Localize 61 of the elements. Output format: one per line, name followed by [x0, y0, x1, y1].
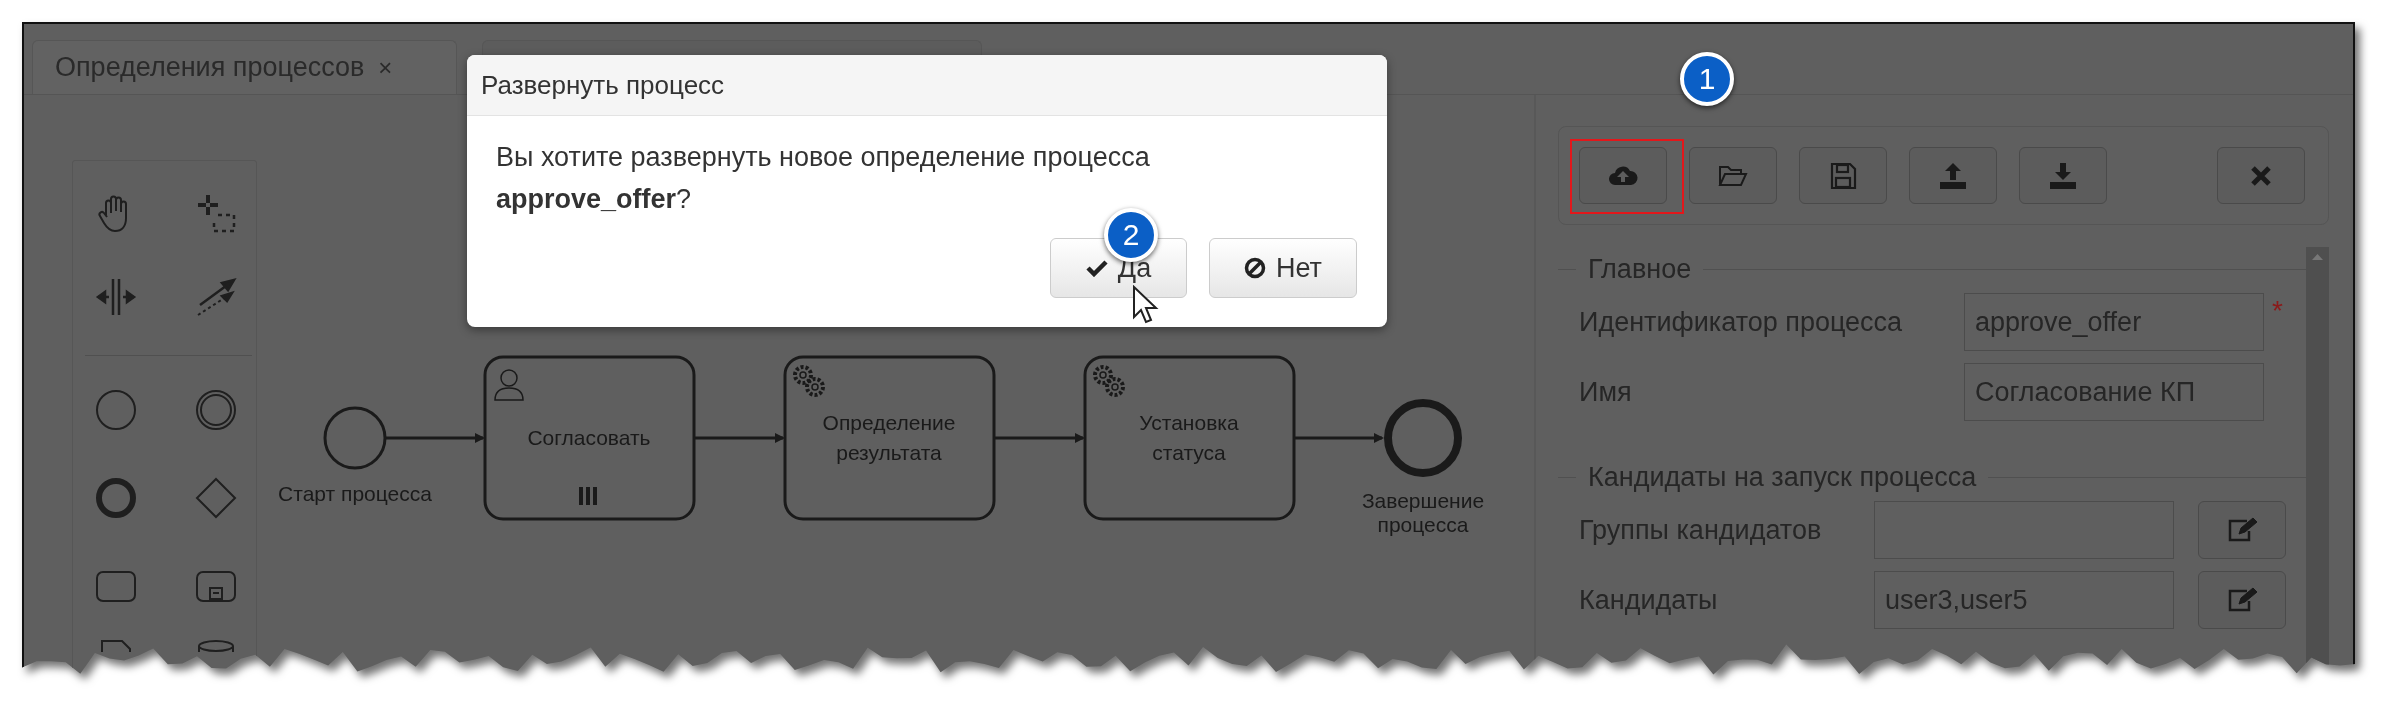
save-button[interactable] [1799, 147, 1887, 204]
task-shape[interactable] [483, 355, 696, 521]
gateway-icon [195, 477, 237, 519]
section-title: Кандидаты на запуск процесса [1588, 461, 1977, 493]
ban-icon [1244, 257, 1266, 279]
task-label: Установка статуса [1139, 411, 1239, 464]
dialog-title: Развернуть процесс [481, 69, 725, 101]
field-label: Имя [1579, 376, 1633, 408]
close-button[interactable] [2217, 147, 2305, 204]
subprocess-icon [196, 571, 236, 602]
deploy-button[interactable] [1579, 147, 1667, 204]
download-icon [2050, 162, 2076, 189]
gear-icon [793, 365, 825, 397]
start-event[interactable] [323, 406, 387, 470]
event-label: Старт процесса [278, 482, 432, 505]
field-label: Кандидаты [1579, 584, 1719, 616]
no-button[interactable]: Нет [1209, 238, 1357, 298]
space-tool-icon [95, 277, 137, 317]
edit-icon [2228, 517, 2257, 542]
cursor-icon [1133, 285, 1159, 324]
tab-label: Определения процессов [55, 52, 365, 83]
folder-icon [1719, 165, 1748, 186]
open-button[interactable] [1689, 147, 1777, 204]
end-event-icon [96, 478, 136, 518]
task-shape[interactable] [1083, 355, 1296, 521]
close-tab-button[interactable]: × [378, 53, 393, 82]
tab[interactable]: Определения процессов × [32, 40, 457, 94]
hand-icon [98, 195, 127, 232]
gear-icon [1093, 365, 1125, 397]
task-icon [96, 571, 136, 602]
edit-icon [2228, 587, 2257, 612]
check-icon [1086, 260, 1108, 277]
task-shape[interactable] [783, 355, 996, 521]
input-field[interactable]: Согласование КП [1964, 363, 2264, 421]
upload-icon [1940, 162, 1966, 189]
end-event[interactable] [1384, 399, 1462, 477]
callout-badge: 1 [1680, 52, 1734, 106]
section-title: Главное [1588, 253, 1692, 285]
user-icon [494, 369, 524, 401]
intermediate-event-icon [196, 390, 236, 430]
connect-icon [197, 278, 237, 316]
event-label: Завершение процесса [1361, 489, 1485, 536]
scroll-up-icon [2312, 254, 2323, 260]
data-object-icon [101, 640, 131, 653]
start-event-icon [96, 390, 136, 430]
input-field[interactable]: user3,user5 [1874, 571, 2174, 629]
edit-button[interactable] [2198, 571, 2286, 629]
field-label: Идентификатор процесса [1579, 306, 1904, 338]
lasso-icon [196, 193, 236, 233]
task-label: Определение результата [822, 411, 956, 464]
input-field[interactable]: approve_offer [1964, 293, 2264, 351]
task-label: Согласовать [527, 426, 651, 449]
download-button[interactable] [2019, 147, 2107, 204]
upload-button[interactable] [1909, 147, 1997, 204]
edit-button[interactable] [2198, 501, 2286, 559]
data-store-icon [198, 640, 234, 653]
close-icon [2250, 165, 2272, 186]
field-label: Группы кандидатов [1579, 514, 1823, 546]
required-marker: * [2272, 295, 2283, 327]
save-icon [1830, 162, 1857, 189]
cloud-upload-icon [1609, 166, 1638, 185]
